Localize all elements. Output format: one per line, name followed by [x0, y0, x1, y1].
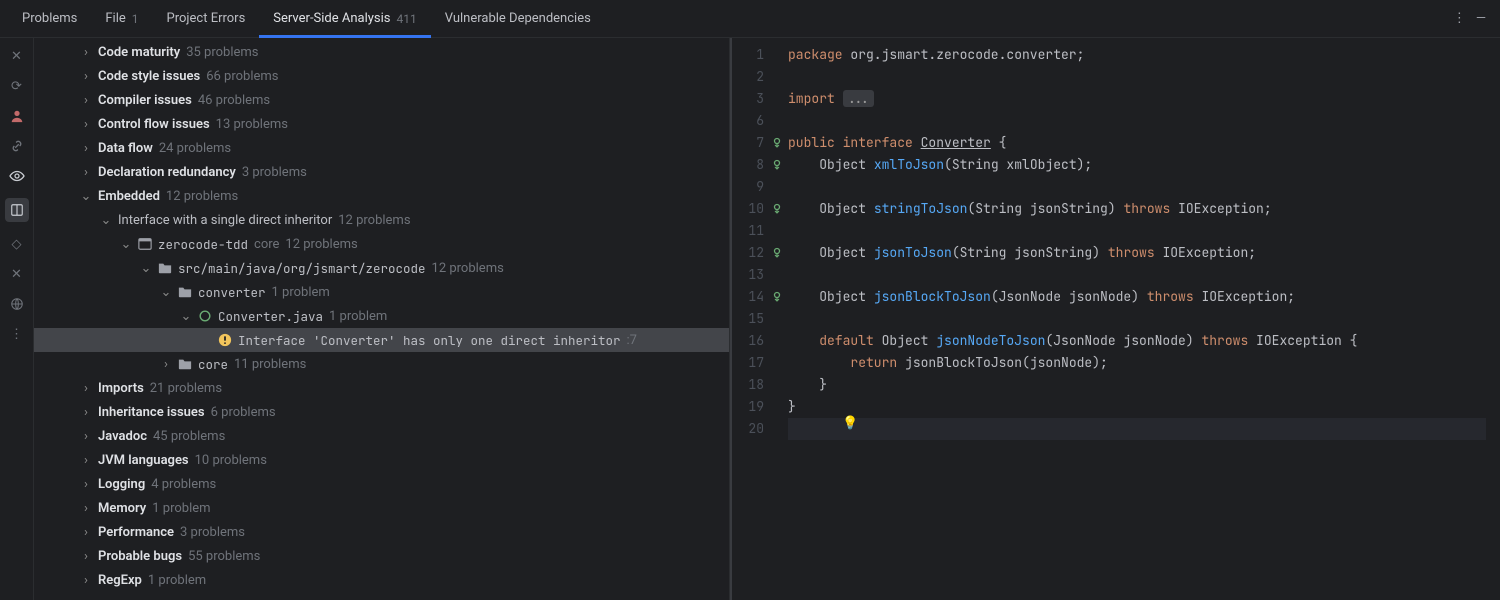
- interface-icon: [198, 309, 212, 323]
- module-icon: [138, 237, 152, 251]
- chevron-right-icon[interactable]: ›: [80, 477, 92, 492]
- warning-icon: [218, 333, 232, 347]
- problem-row[interactable]: ›Declaration redundancy3 problems: [34, 160, 729, 184]
- problem-row[interactable]: ›Data flow24 problems: [34, 136, 729, 160]
- folder-icon: [158, 261, 172, 275]
- tab-problems[interactable]: Problems: [8, 0, 91, 38]
- chevron-right-icon[interactable]: ›: [80, 45, 92, 60]
- editor[interactable]: 12367891011121314151617181920 💡 package …: [732, 38, 1500, 600]
- chevron-down-icon[interactable]: ⌄: [160, 285, 172, 300]
- chevron-right-icon[interactable]: ›: [80, 165, 92, 180]
- problem-row[interactable]: Interface 'Converter' has only one direc…: [34, 328, 729, 352]
- chevron-right-icon[interactable]: ›: [80, 501, 92, 516]
- chevron-right-icon[interactable]: ›: [80, 69, 92, 84]
- chevron-right-icon[interactable]: ›: [80, 525, 92, 540]
- problem-row[interactable]: ⌄zerocode-tddcore12 problems: [34, 232, 729, 256]
- problem-row[interactable]: ›Inheritance issues6 problems: [34, 400, 729, 424]
- problem-row[interactable]: ›Compiler issues46 problems: [34, 88, 729, 112]
- folder-icon: [178, 285, 192, 299]
- problem-row[interactable]: ⌄Embedded12 problems: [34, 184, 729, 208]
- chevron-down-icon[interactable]: ⌄: [100, 213, 112, 228]
- problem-row[interactable]: ›Control flow issues13 problems: [34, 112, 729, 136]
- chevron-right-icon[interactable]: ›: [80, 141, 92, 156]
- link-icon[interactable]: [9, 138, 25, 154]
- problem-row[interactable]: ›Code style issues66 problems: [34, 64, 729, 88]
- close-icon-2[interactable]: ✕: [9, 266, 25, 282]
- chevron-right-icon[interactable]: ›: [80, 381, 92, 396]
- toolwindow-toolbar: ✕ ⟳ ◇ ✕ ⋮: [0, 38, 34, 600]
- tab-project-errors[interactable]: Project Errors: [153, 0, 260, 38]
- problem-row[interactable]: ›core11 problems: [34, 352, 729, 376]
- problem-row[interactable]: ›Code maturity35 problems: [34, 40, 729, 64]
- chevron-down-icon[interactable]: ⌄: [80, 189, 92, 204]
- chevron-right-icon[interactable]: ›: [80, 429, 92, 444]
- problems-tree[interactable]: ›Code maturity35 problems›Code style iss…: [34, 38, 730, 600]
- tab-vulnerable-dependencies[interactable]: Vulnerable Dependencies: [431, 0, 605, 38]
- chevron-right-icon[interactable]: ›: [80, 453, 92, 468]
- tab-server-side-analysis[interactable]: Server-Side Analysis411: [259, 0, 430, 38]
- user-icon[interactable]: [9, 108, 25, 124]
- refresh-icon[interactable]: ⟳: [9, 78, 25, 94]
- chevron-right-icon[interactable]: ›: [80, 405, 92, 420]
- more-icon[interactable]: ⋮: [9, 326, 25, 342]
- chevron-right-icon[interactable]: ›: [80, 573, 92, 588]
- chevron-right-icon[interactable]: ›: [80, 549, 92, 564]
- chevron-down-icon[interactable]: ⌄: [140, 261, 152, 276]
- intention-bulb-icon[interactable]: 💡: [842, 412, 858, 434]
- problem-row[interactable]: ›Javadoc45 problems: [34, 424, 729, 448]
- book-icon[interactable]: [5, 198, 29, 222]
- problem-row[interactable]: ›Memory1 problem: [34, 496, 729, 520]
- problem-row[interactable]: ⌄Interface with a single direct inherito…: [34, 208, 729, 232]
- problem-row[interactable]: ›RegExp1 problem: [34, 568, 729, 592]
- problem-row[interactable]: ⌄src/main/java/org/jsmart/zerocode12 pro…: [34, 256, 729, 280]
- chevron-right-icon[interactable]: ›: [80, 93, 92, 108]
- code-area[interactable]: 💡 package org.jsmart.zerocode.converter;…: [784, 38, 1486, 600]
- problem-row[interactable]: ›Probable bugs55 problems: [34, 544, 729, 568]
- problem-row[interactable]: ⌄Converter.java1 problem: [34, 304, 729, 328]
- chevron-down-icon[interactable]: ⌄: [180, 309, 192, 324]
- diamond-icon[interactable]: ◇: [9, 236, 25, 252]
- tab-file[interactable]: File1: [91, 0, 152, 38]
- kebab-icon[interactable]: ⋮: [1453, 11, 1466, 26]
- problem-row[interactable]: ›Performance3 problems: [34, 520, 729, 544]
- editor-scrollbar[interactable]: [1486, 38, 1500, 600]
- chevron-right-icon[interactable]: ›: [80, 117, 92, 132]
- problem-row[interactable]: ›Imports21 problems: [34, 376, 729, 400]
- chevron-right-icon[interactable]: ›: [160, 357, 172, 372]
- globe-icon[interactable]: [9, 296, 25, 312]
- gutter-line-numbers: 12367891011121314151617181920: [732, 38, 770, 600]
- close-icon[interactable]: ✕: [9, 48, 25, 64]
- problem-row[interactable]: ›Logging4 problems: [34, 472, 729, 496]
- problem-row[interactable]: ›JVM languages10 problems: [34, 448, 729, 472]
- folder-icon: [178, 357, 192, 371]
- problems-tabs: Problems File1 Project Errors Server-Sid…: [0, 0, 1500, 38]
- gutter-marks: [770, 38, 784, 600]
- minimize-icon[interactable]: —: [1476, 11, 1486, 26]
- chevron-down-icon[interactable]: ⌄: [120, 237, 132, 252]
- problem-row[interactable]: ⌄converter1 problem: [34, 280, 729, 304]
- eye-icon[interactable]: [9, 168, 25, 184]
